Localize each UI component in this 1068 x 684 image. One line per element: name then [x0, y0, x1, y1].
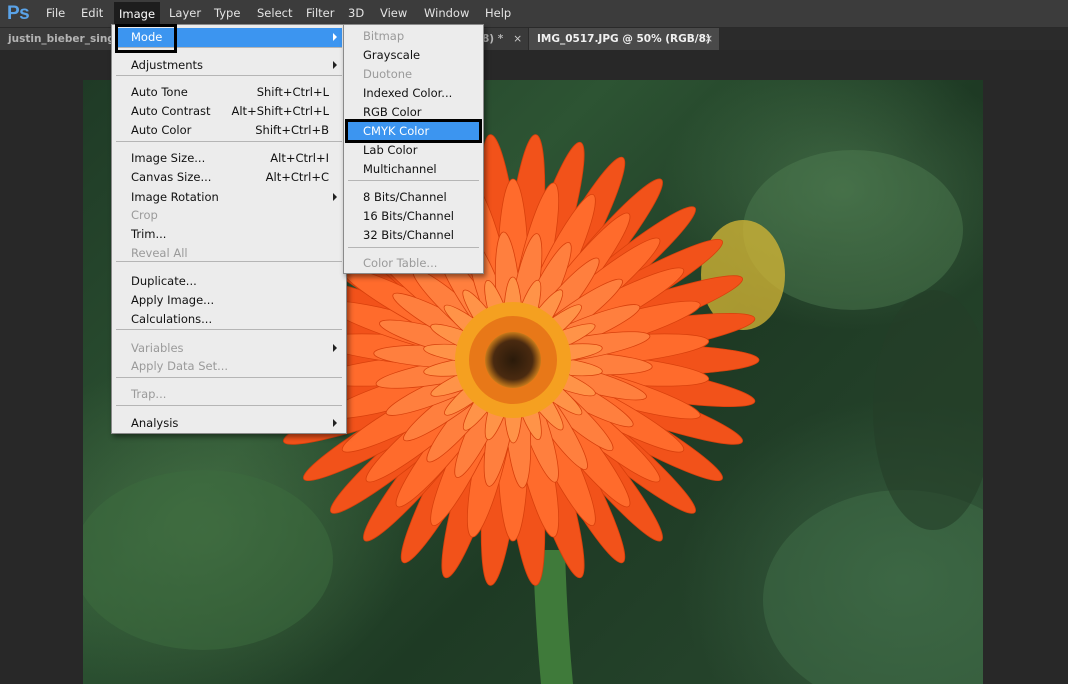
menu-help[interactable]: Help — [485, 6, 511, 20]
menu-item-label: Auto Contrast — [131, 104, 211, 118]
menu-separator — [116, 329, 342, 330]
menu-filter[interactable]: Filter — [306, 6, 334, 20]
tab-title: 8) * — [482, 33, 504, 45]
menu-layer[interactable]: Layer — [169, 6, 201, 20]
menu-item-label: Color Table... — [363, 256, 438, 270]
menu-item-label: 16 Bits/Channel — [363, 209, 454, 223]
menu-item-label: Adjustments — [131, 58, 204, 72]
image-menu-item-auto-contrast[interactable]: Auto Contrast Alt+Shift+Ctrl+L — [112, 102, 346, 121]
document-tab-img-0517[interactable]: IMG_0517.JPG @ 50% (RGB/8) × — [529, 28, 719, 50]
menu-separator — [348, 247, 479, 248]
image-menu-item-image-rotation[interactable]: Image Rotation — [112, 188, 346, 207]
menu-item-label: 8 Bits/Channel — [363, 190, 447, 204]
menu-item-label: Duplicate... — [131, 274, 197, 288]
menu-item-label: Multichannel — [363, 162, 437, 176]
menu-item-shortcut: Alt+Shift+Ctrl+L — [231, 104, 330, 118]
menu-item-shortcut: Alt+Ctrl+I — [270, 151, 329, 165]
submenu-arrow-icon — [333, 193, 337, 201]
menu-item-label: Trim... — [131, 227, 167, 241]
menu-item-label: Apply Data Set... — [131, 359, 229, 373]
image-menu-item-trap: Trap... — [112, 385, 346, 404]
document-tab-partial[interactable]: 8) * × — [478, 28, 528, 50]
menu-item-label: Apply Image... — [131, 293, 215, 307]
photoshop-logo: Ps — [7, 3, 30, 24]
menu-window[interactable]: Window — [424, 6, 469, 20]
mode-menu-item-lab-color[interactable]: Lab Color — [344, 141, 483, 160]
menu-type[interactable]: Type — [214, 6, 240, 20]
mode-menu-item-bitmap: Bitmap — [344, 27, 483, 46]
mode-highlight-outline — [115, 24, 177, 53]
menu-image[interactable]: Image — [114, 2, 161, 26]
menu-item-shortcut: Alt+Ctrl+C — [265, 170, 329, 184]
menu-item-label: Grayscale — [363, 48, 421, 62]
image-menu-item-canvas-size[interactable]: Canvas Size... Alt+Ctrl+C — [112, 168, 346, 187]
menu-separator — [116, 405, 342, 406]
image-menu-item-apply-data-set: Apply Data Set... — [112, 357, 346, 376]
menu-file[interactable]: File — [46, 6, 65, 20]
submenu-arrow-icon — [333, 419, 337, 427]
menu-item-label: Analysis — [131, 416, 179, 430]
menu-item-label: Trap... — [131, 387, 167, 401]
image-menu-item-auto-tone[interactable]: Auto Tone Shift+Ctrl+L — [112, 83, 346, 102]
image-menu-item-reveal-all: Reveal All — [112, 244, 346, 263]
menu-item-shortcut: Shift+Ctrl+L — [256, 85, 329, 99]
image-menu-item-crop: Crop — [112, 206, 346, 225]
image-menu-dropdown: Mode Adjustments Auto Tone Shift+Ctrl+L Auto… — [111, 24, 347, 434]
tab-title: justin_bieber_singe — [8, 33, 112, 45]
menu-separator — [116, 377, 342, 378]
menu-item-label: Crop — [131, 208, 158, 222]
menu-separator — [116, 75, 342, 76]
document-tab-justin-bieber[interactable]: justin_bieber_singe — [0, 28, 112, 50]
image-menu-item-duplicate[interactable]: Duplicate... — [112, 272, 346, 291]
mode-menu-item-color-table: Color Table... — [344, 254, 483, 273]
menu-item-label: Image Rotation — [131, 190, 219, 204]
menu-item-label: Image Size... — [131, 151, 206, 165]
menu-3d[interactable]: 3D — [348, 6, 364, 20]
image-menu-item-adjustments[interactable]: Adjustments — [112, 56, 346, 75]
menu-item-label: Indexed Color... — [363, 86, 453, 100]
menu-item-shortcut: Shift+Ctrl+B — [255, 123, 329, 137]
menu-item-label: Duotone — [363, 67, 413, 81]
mode-menu-item-32-bits-channel[interactable]: 32 Bits/Channel — [344, 226, 483, 245]
image-menu-item-image-size[interactable]: Image Size... Alt+Ctrl+I — [112, 149, 346, 168]
mode-menu-item-grayscale[interactable]: Grayscale — [344, 46, 483, 65]
menu-item-label: Auto Tone — [131, 85, 188, 99]
menu-item-label: Bitmap — [363, 29, 405, 43]
menu-item-label: Canvas Size... — [131, 170, 212, 184]
image-menu-item-auto-color[interactable]: Auto Color Shift+Ctrl+B — [112, 121, 346, 140]
mode-menu-item-indexed-color[interactable]: Indexed Color... — [344, 84, 483, 103]
menu-select[interactable]: Select — [257, 6, 292, 20]
image-menu-item-trim[interactable]: Trim... — [112, 225, 346, 244]
mode-submenu-dropdown: Bitmap Grayscale Duotone Indexed Color... RG… — [343, 24, 484, 274]
menu-view[interactable]: View — [380, 6, 407, 20]
image-menu-item-apply-image[interactable]: Apply Image... — [112, 291, 346, 310]
menu-item-label: 32 Bits/Channel — [363, 228, 454, 242]
menu-item-label: Calculations... — [131, 312, 213, 326]
image-menu-item-analysis[interactable]: Analysis — [112, 414, 346, 433]
menu-item-label: Lab Color — [363, 143, 418, 157]
mode-menu-item-multichannel[interactable]: Multichannel — [344, 160, 483, 179]
tab-title: IMG_0517.JPG @ 50% (RGB/8) — [537, 33, 711, 45]
submenu-arrow-icon — [333, 344, 337, 352]
menu-separator — [116, 141, 342, 142]
menu-separator — [348, 180, 479, 181]
menu-item-label: Auto Color — [131, 123, 192, 137]
menu-item-label: Variables — [131, 341, 184, 355]
menu-item-label: Reveal All — [131, 246, 188, 260]
submenu-arrow-icon — [333, 61, 337, 69]
tab-close-icon[interactable]: × — [513, 28, 522, 50]
submenu-arrow-icon — [333, 33, 337, 41]
menu-edit[interactable]: Edit — [81, 6, 103, 20]
mode-menu-item-8-bits-channel[interactable]: 8 Bits/Channel — [344, 188, 483, 207]
mode-menu-item-16-bits-channel[interactable]: 16 Bits/Channel — [344, 207, 483, 226]
cmyk-highlight-outline — [345, 119, 482, 143]
mode-menu-item-duotone: Duotone — [344, 65, 483, 84]
tab-close-icon[interactable]: × — [704, 28, 713, 50]
image-menu-item-calculations[interactable]: Calculations... — [112, 310, 346, 329]
image-menu-item-variables: Variables — [112, 339, 346, 358]
